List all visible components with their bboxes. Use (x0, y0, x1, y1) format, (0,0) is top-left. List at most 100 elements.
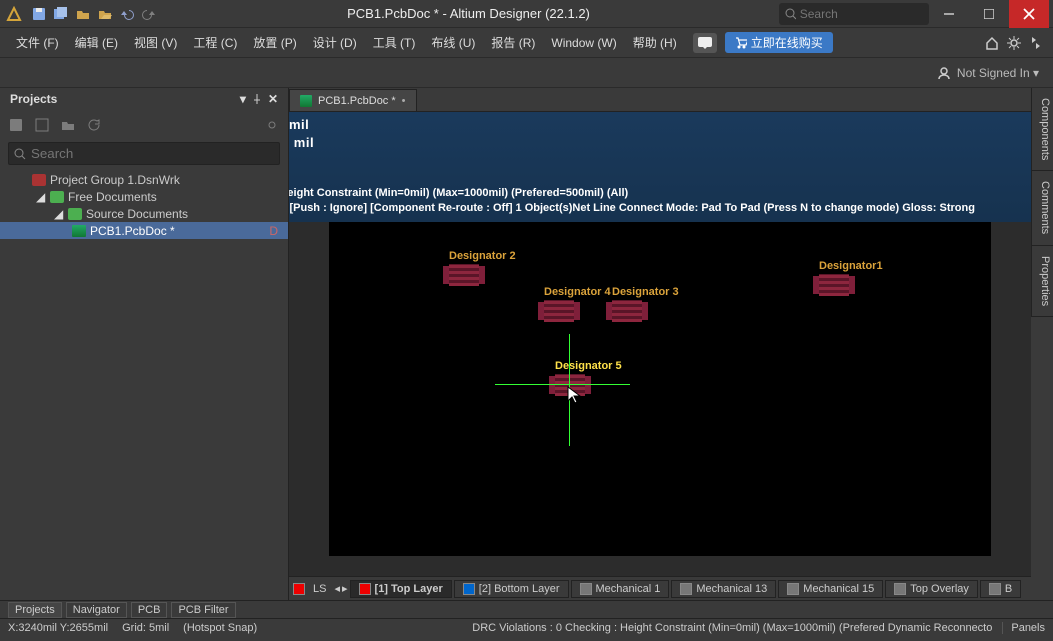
panel-dropdown-icon[interactable]: ▾ (240, 92, 246, 106)
status-hotspot: (Hotspot Snap) (183, 622, 257, 634)
layer-tabs: LS ◂ ▸ [1] Top Layer [2] Bottom Layer Me… (289, 576, 1031, 600)
signin-link[interactable]: Not Signed In ▾ (937, 66, 1039, 80)
projects-toolbar (0, 110, 288, 140)
menu-help[interactable]: 帮助 (H) (627, 31, 683, 54)
layer-tab-bottom[interactable]: [2] Bottom Layer (454, 580, 569, 598)
editor-area: PCB1.PcbDoc * • x: 3240.000 dx: 100.000 … (289, 88, 1031, 600)
panel-settings-icon[interactable] (262, 115, 282, 135)
menu-place[interactable]: 放置 (P) (247, 31, 302, 54)
document-tabs: PCB1.PcbDoc * • (289, 88, 1031, 112)
layer-tab-topoverlay[interactable]: Top Overlay (885, 580, 978, 598)
menu-route[interactable]: 布线 (U) (425, 31, 481, 54)
layer-tab-m1[interactable]: Mechanical 1 (571, 580, 670, 598)
status-bar: X:3240mil Y:2655mil Grid: 5mil (Hotspot … (0, 618, 1053, 636)
tree-source-documents[interactable]: ◢Source Documents (0, 205, 288, 222)
component-d2[interactable]: Designator 2 (449, 264, 479, 286)
undo-icon[interactable] (118, 5, 136, 23)
menu-edit[interactable]: 编辑 (E) (69, 31, 124, 54)
menu-window[interactable]: Window (W) (545, 33, 622, 53)
component-d3[interactable]: Designator 3 (612, 300, 642, 322)
home-icon[interactable] (985, 36, 999, 50)
settings-icon[interactable] (1007, 36, 1021, 50)
right-panel-strip: Components Comments Properties (1031, 88, 1053, 317)
cursor-icon (567, 386, 581, 404)
global-search-input[interactable] (800, 7, 923, 21)
buy-button[interactable]: 立即在线购买 (725, 32, 833, 53)
close-button[interactable] (1009, 0, 1049, 28)
folder-icon (50, 191, 64, 203)
open-icon[interactable] (74, 5, 92, 23)
projects-search[interactable] (0, 140, 288, 167)
signin-label: Not Signed In ▾ (957, 66, 1039, 80)
folder-icon[interactable] (58, 115, 78, 135)
projects-panel-title: Projects (10, 92, 57, 106)
layer-tab-top[interactable]: [1] Top Layer (350, 580, 452, 598)
bottom-tab-pcb[interactable]: PCB (131, 602, 168, 618)
dirty-marker: D (269, 224, 278, 238)
pcb-canvas[interactable]: x: 3240.000 dx: 100.000 mil y: 2655.000 … (289, 112, 1031, 576)
status-drc: DRC Violations : 0 Checking : Height Con… (472, 622, 992, 634)
redo-icon[interactable] (140, 5, 158, 23)
righttab-components[interactable]: Components (1032, 88, 1053, 171)
saveall-icon[interactable] (52, 5, 70, 23)
menu-bar: 文件 (F) 编辑 (E) 视图 (V) 工程 (C) 放置 (P) 设计 (D… (0, 28, 1053, 58)
righttab-comments[interactable]: Comments (1032, 171, 1053, 245)
pcb-file-icon (72, 225, 86, 237)
projects-tree: Project Group 1.DsnWrk ◢Free Documents ◢… (0, 167, 288, 600)
layer-prev-icon[interactable]: ◂ (334, 582, 340, 595)
projects-panel-header: Projects ▾ ✕ (0, 88, 288, 110)
layer-swatch-red[interactable] (293, 583, 305, 595)
projects-search-input[interactable] (8, 142, 280, 165)
layer-next-icon[interactable]: ▸ (342, 582, 348, 595)
menu-file[interactable]: 文件 (F) (10, 31, 65, 54)
global-search[interactable] (779, 3, 929, 25)
maximize-button[interactable] (969, 0, 1009, 28)
layer-tab-m15[interactable]: Mechanical 15 (778, 580, 883, 598)
document-tab[interactable]: PCB1.PcbDoc * • (289, 89, 417, 111)
document-tab-label: PCB1.PcbDoc * (318, 95, 396, 107)
save-project-icon[interactable] (6, 115, 26, 135)
panel-pin-icon[interactable] (252, 94, 262, 104)
bottom-tab-projects[interactable]: Projects (8, 602, 62, 618)
righttab-properties[interactable]: Properties (1032, 246, 1053, 317)
minimize-button[interactable] (929, 0, 969, 28)
status-coords: X:3240mil Y:2655mil (8, 622, 108, 634)
save-icon[interactable] (30, 5, 48, 23)
board-area[interactable]: Designator 2 Designator 4 Designator 3 D… (329, 222, 991, 556)
tree-free-documents[interactable]: ◢Free Documents (0, 188, 288, 205)
pcb-file-icon (300, 95, 312, 107)
status-grid: Grid: 5mil (122, 622, 169, 634)
bottom-tab-navigator[interactable]: Navigator (66, 602, 127, 618)
extensions-icon[interactable] (1029, 36, 1043, 50)
bottom-tabs-row: Projects Navigator PCB PCB Filter (0, 600, 1053, 618)
menu-project[interactable]: 工程 (C) (187, 31, 243, 54)
refresh-icon[interactable] (84, 115, 104, 135)
component-d4[interactable]: Designator 4 (544, 300, 574, 322)
tree-project-group[interactable]: Project Group 1.DsnWrk (0, 171, 288, 188)
layer-tab-m13[interactable]: Mechanical 13 (671, 580, 776, 598)
panels-button[interactable]: Panels (1002, 622, 1045, 634)
projects-panel: Projects ▾ ✕ Project Group 1.DsnWrk ◢Fre… (0, 88, 289, 600)
buy-button-label: 立即在线购买 (751, 34, 823, 51)
title-bar: PCB1.PcbDoc * - Altium Designer (22.1.2) (0, 0, 1053, 28)
menu-tools[interactable]: 工具 (T) (367, 31, 422, 54)
tree-pcb-doc[interactable]: PCB1.PcbDoc *D (0, 222, 288, 239)
window-title: PCB1.PcbDoc * - Altium Designer (22.1.2) (158, 6, 779, 21)
search-icon (14, 148, 26, 160)
close-tab-icon[interactable]: • (402, 95, 406, 107)
layer-tab-bo[interactable]: B (980, 580, 1021, 598)
panel-close-icon[interactable]: ✕ (268, 92, 278, 106)
layer-set-label[interactable]: LS (307, 583, 332, 595)
main-area: Projects ▾ ✕ Project Group 1.DsnWrk ◢Fre… (0, 88, 1053, 600)
menu-view[interactable]: 视图 (V) (128, 31, 183, 54)
notifications-icon[interactable] (693, 33, 717, 53)
open-project-icon[interactable] (96, 5, 114, 23)
component-d1[interactable]: Designator1 (819, 274, 849, 296)
bottom-tab-pcbfilter[interactable]: PCB Filter (171, 602, 235, 618)
compile-icon[interactable] (32, 115, 52, 135)
project-group-icon (32, 174, 46, 186)
menu-reports[interactable]: 报告 (R) (485, 31, 541, 54)
menu-design[interactable]: 设计 (D) (307, 31, 363, 54)
component-d5[interactable]: Designator 5 (555, 374, 585, 396)
folder-icon (68, 208, 82, 220)
